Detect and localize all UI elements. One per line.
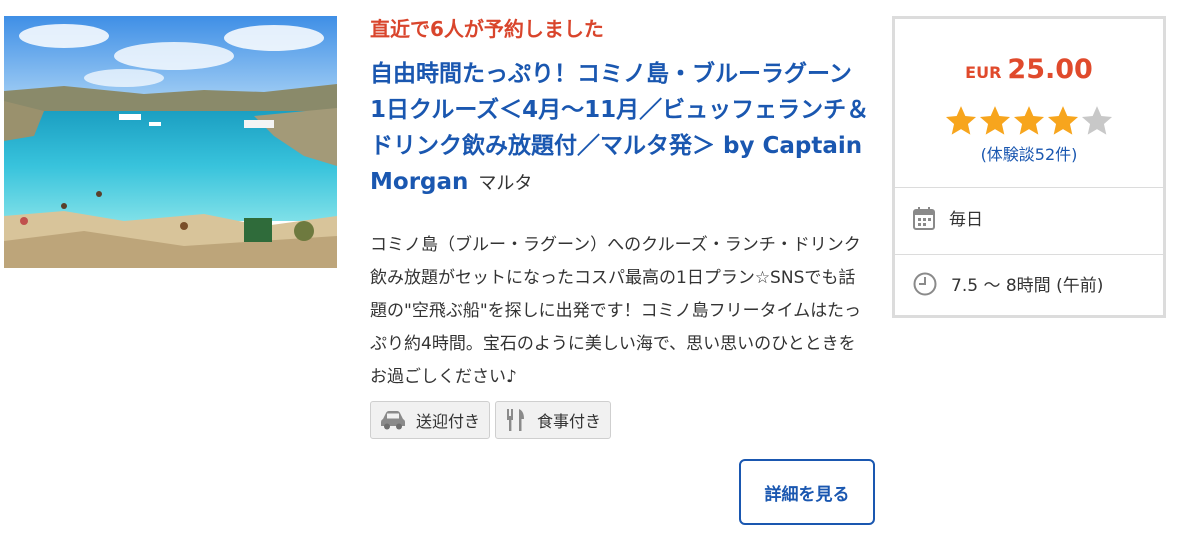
schedule-row: 毎日: [913, 205, 983, 230]
divider: [895, 254, 1163, 255]
star-filled-icon: [945, 106, 977, 135]
tour-photo[interactable]: [4, 16, 337, 268]
car-icon: [381, 411, 405, 430]
recent-bookings: 直近で6人が予約しました: [370, 17, 604, 41]
price: EUR 25.00: [895, 54, 1163, 85]
reviews-link[interactable]: (体験談52件): [895, 141, 1163, 165]
fork-knife-icon: [507, 409, 525, 431]
tag-pickup-label: 送迎付き: [416, 412, 481, 431]
clock-icon: [913, 272, 937, 295]
duration-text: 7.5 〜 8時間 (午前): [951, 276, 1104, 296]
lagoon-image: [4, 16, 337, 268]
tag-meal: 食事付き: [495, 401, 612, 439]
tour-location: マルタ: [478, 173, 533, 194]
rating-stars: [895, 105, 1163, 137]
calendar-icon: [913, 206, 935, 230]
schedule-text: 毎日: [949, 210, 983, 230]
divider: [895, 187, 1163, 188]
price-amount: 25.00: [1007, 54, 1093, 85]
tour-title-block: 自由時間たっぷり！コミノ島・ブルーラグーン 1日クルーズ＜4月〜11月／ビュッフ…: [370, 56, 870, 202]
star-filled-icon: [979, 106, 1011, 135]
price-currency: EUR: [965, 63, 1002, 82]
feature-tags: 送迎付き 食事付き: [370, 401, 612, 439]
tour-description: コミノ島（ブルー・ラグーン）へのクルーズ・ランチ・ドリンク飲み放題がセットになっ…: [370, 235, 861, 387]
tag-meal-label: 食事付き: [537, 412, 602, 431]
tour-title-link[interactable]: 自由時間たっぷり！コミノ島・ブルーラグーン 1日クルーズ＜4月〜11月／ビュッフ…: [370, 61, 869, 195]
view-details-button[interactable]: 詳細を見る: [739, 459, 875, 525]
star-filled-icon: [1047, 106, 1079, 135]
star-empty-icon: [1081, 106, 1113, 135]
duration-row: 7.5 〜 8時間 (午前): [913, 271, 1103, 296]
tag-pickup: 送迎付き: [370, 401, 491, 439]
star-filled-icon: [1013, 106, 1045, 135]
price-summary-box: EUR 25.00 (体験談52件) 毎日 7.5 〜 8時間 (午前): [892, 16, 1166, 318]
